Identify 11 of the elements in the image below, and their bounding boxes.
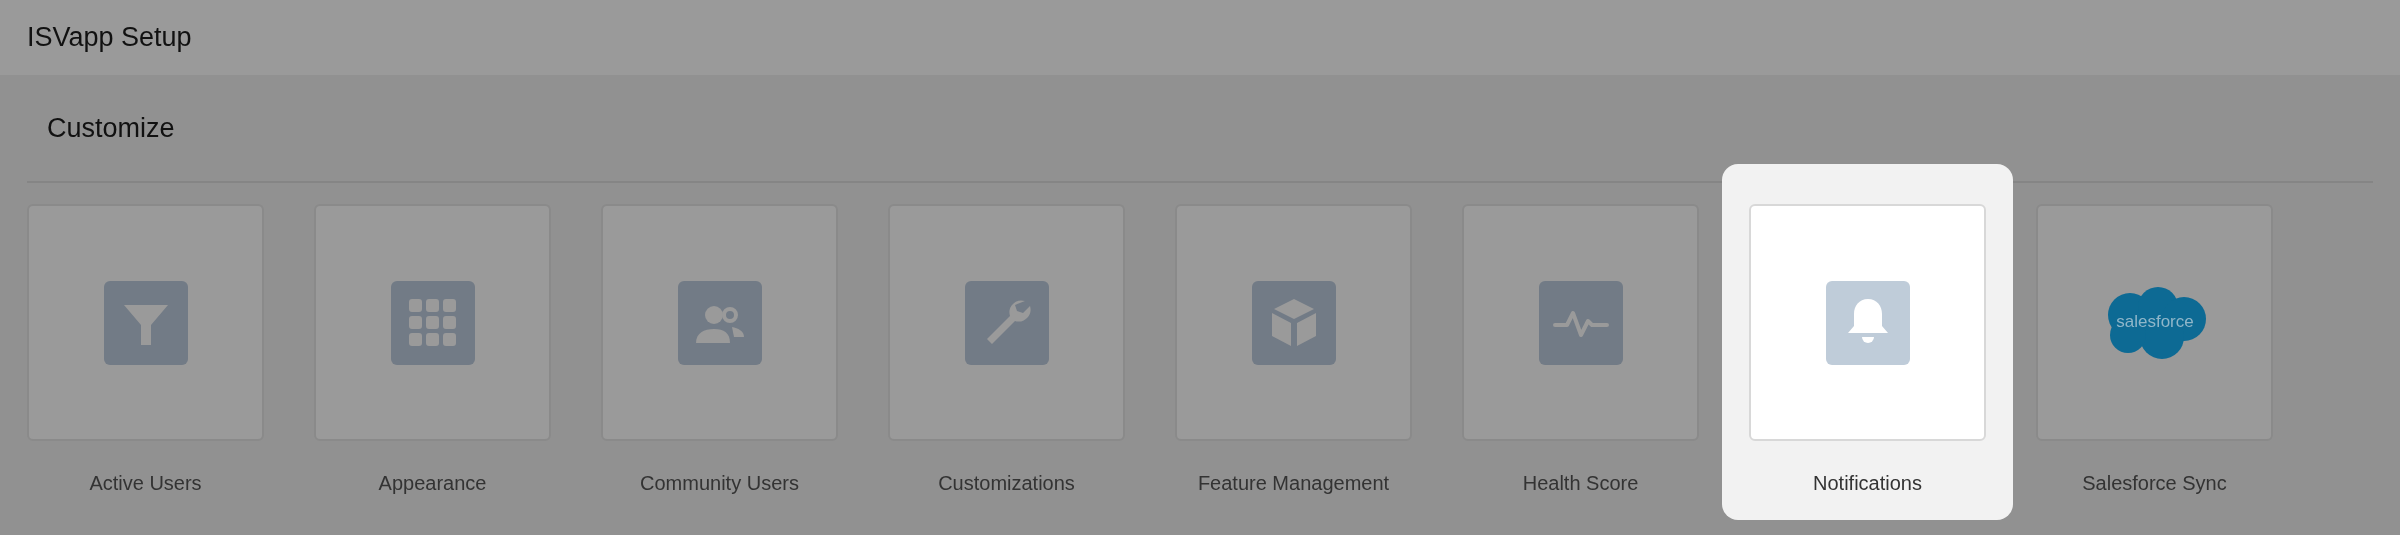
people-icon bbox=[677, 280, 762, 365]
wrench-icon bbox=[964, 280, 1049, 365]
grid-icon bbox=[390, 280, 475, 365]
section-title: Customize bbox=[47, 111, 175, 145]
page-title: ISVapp Setup bbox=[27, 21, 192, 55]
cube-icon bbox=[1251, 280, 1336, 365]
setup-tile[interactable]: Notifications bbox=[1722, 164, 2013, 520]
funnel-icon bbox=[103, 280, 188, 365]
pulse-icon bbox=[1538, 280, 1623, 365]
cloud-logo: salesforce bbox=[2099, 284, 2210, 361]
bell-icon bbox=[1825, 280, 1910, 365]
